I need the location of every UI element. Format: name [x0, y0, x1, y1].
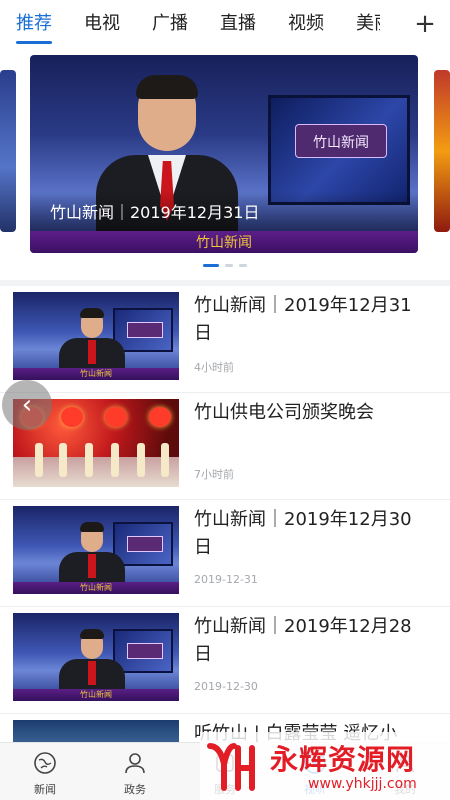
thumb-bar-text: 竹山新闻	[80, 690, 112, 699]
globe-icon	[34, 752, 56, 774]
banner-slide[interactable]: 竹山新闻｜2019年12月31日 竹山新闻	[30, 55, 418, 253]
tab-radio[interactable]: 广播	[136, 0, 204, 48]
news-thumbnail: 竹山新闻	[13, 506, 179, 594]
news-list: 竹山新闻 竹山新闻｜2019年12月31日 4小时前 竹山供电公司颁奖晚会 7小…	[0, 286, 450, 742]
tab-more-button[interactable]: +	[400, 0, 450, 48]
news-title: 竹山供电公司颁奖晚会	[194, 402, 374, 423]
banner-caption: 竹山新闻｜2019年12月31日	[50, 203, 260, 222]
tab-tv[interactable]: 电视	[68, 0, 136, 48]
nav-label: 新闻	[34, 783, 56, 796]
news-time: 2019-12-31	[194, 573, 258, 586]
news-time: 2019-12-30	[194, 680, 258, 693]
news-thumbnail	[13, 720, 179, 742]
news-title: 竹山新闻｜2019年12月31日	[194, 295, 412, 344]
watermark-name: 永辉资源网	[270, 743, 416, 776]
carousel-prev-peek[interactable]	[0, 70, 16, 232]
list-item[interactable]: 竹山供电公司颁奖晚会 7小时前	[0, 393, 450, 500]
tab-live[interactable]: 直播	[204, 0, 272, 48]
watermark-url: www.yhkjjj.com	[308, 776, 417, 792]
watermark-logo-icon	[207, 743, 255, 791]
banner-desk-bar: 竹山新闻	[30, 231, 418, 253]
carousel-next-peek[interactable]	[434, 70, 450, 232]
list-item[interactable]: 竹山新闻 竹山新闻｜2019年12月31日 4小时前	[0, 286, 450, 393]
floating-back-button[interactable]: ‹	[2, 380, 52, 430]
watermark: 永辉资源网 www.yhkjjj.com	[200, 732, 450, 800]
top-tab-bar: 推荐 电视 广播 直播 视频 美丽 +	[0, 0, 450, 48]
news-thumbnail: 竹山新闻	[13, 613, 179, 701]
tab-beautiful[interactable]: 美丽	[340, 0, 380, 48]
thumb-bar-text: 竹山新闻	[80, 583, 112, 592]
nav-item-government[interactable]: 政务	[90, 743, 180, 800]
thumb-bar-text: 竹山新闻	[80, 369, 112, 378]
list-item[interactable]: 竹山新闻 竹山新闻｜2019年12月28日 2019-12-30	[0, 607, 450, 714]
news-title: 竹山新闻｜2019年12月28日	[194, 616, 412, 665]
tab-video[interactable]: 视频	[272, 0, 340, 48]
carousel-dot[interactable]	[239, 264, 247, 267]
list-item[interactable]: 竹山新闻 竹山新闻｜2019年12月30日 2019-12-31	[0, 500, 450, 607]
carousel-indicator	[0, 264, 450, 267]
chevron-left-icon: ‹	[21, 390, 33, 420]
on-screen-logo	[295, 124, 387, 158]
banner-caption-overlay: 竹山新闻｜2019年12月31日	[30, 191, 418, 231]
nav-item-news[interactable]: 新闻	[0, 743, 90, 800]
plus-icon: +	[414, 9, 436, 39]
tab-recommend[interactable]: 推荐	[0, 0, 68, 48]
nav-label: 政务	[124, 783, 146, 796]
news-time: 4小时前	[194, 361, 234, 374]
banner-desk-logo: 竹山新闻	[196, 235, 252, 251]
carousel-dot[interactable]	[225, 264, 233, 267]
carousel-dot[interactable]	[203, 264, 219, 267]
news-title: 竹山新闻｜2019年12月30日	[194, 509, 412, 558]
people-icon	[125, 753, 145, 774]
news-time: 7小时前	[194, 468, 234, 481]
banner-carousel[interactable]: 竹山新闻｜2019年12月31日 竹山新闻	[0, 48, 450, 280]
studio-screen-image	[268, 95, 410, 205]
news-thumbnail: 竹山新闻	[13, 292, 179, 380]
